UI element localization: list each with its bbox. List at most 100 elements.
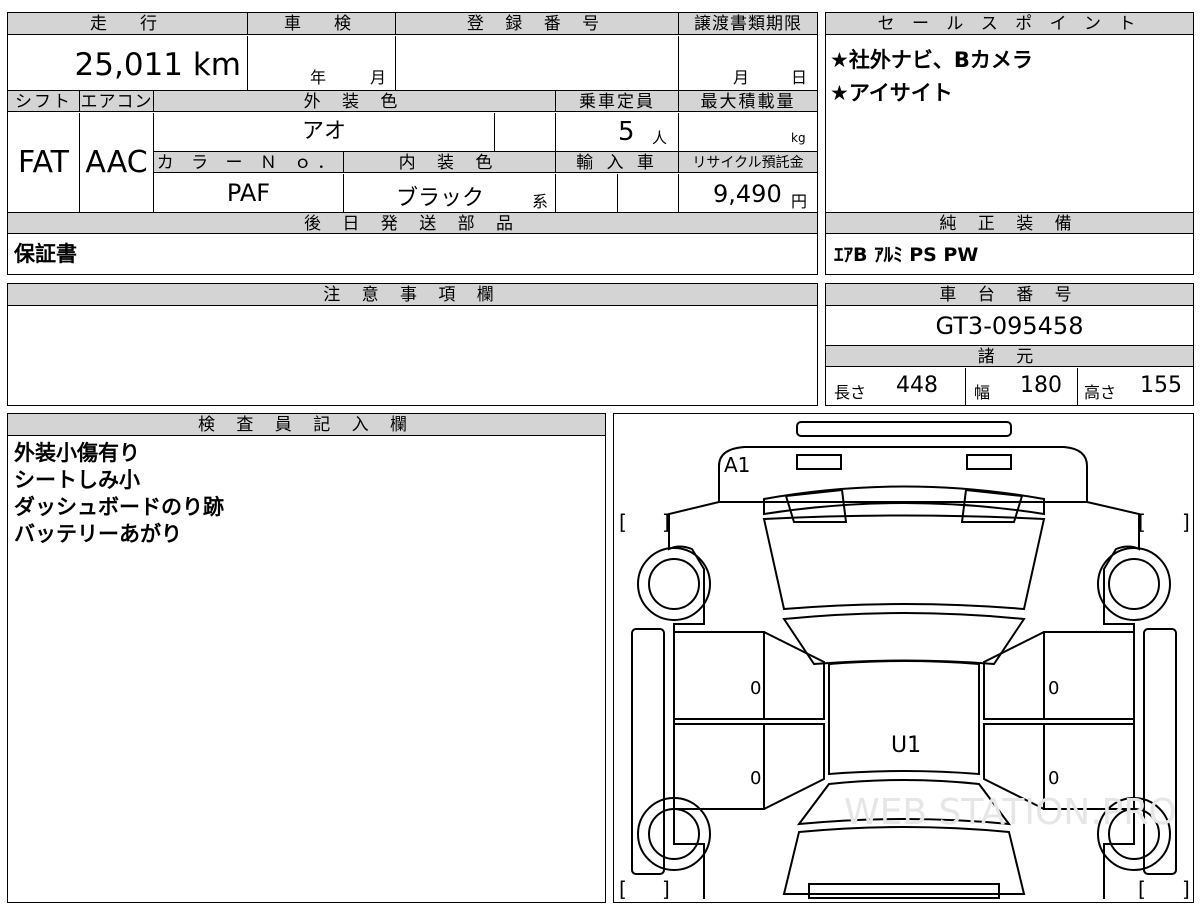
zero-mark: 0: [1048, 678, 1059, 699]
car-diagram: A1 U1 0 0 0 0 [ ] [ ] [ ] [ ] WEB STATIO…: [619, 421, 1190, 901]
header-interior-color: 内 装 色: [344, 151, 556, 173]
mileage-value: 25,011 km: [8, 36, 248, 90]
bracket-open: [: [619, 510, 627, 534]
watermark: WEB STATION.PRO: [844, 792, 1177, 833]
import-car-value: [556, 174, 618, 212]
right-step: [1143, 628, 1177, 875]
height-value: 155: [1140, 373, 1182, 398]
hood-panel: [762, 514, 1046, 611]
header-inspector-notes: 検 査 員 記 入 欄: [8, 414, 605, 436]
header-mileage: 走 行: [8, 13, 248, 35]
header-transfer-deadline: 譲渡書類期限: [679, 13, 817, 35]
registration-value: [396, 36, 679, 90]
header-exterior-color: 外 装 色: [154, 90, 556, 112]
exterior-color-value: アオ: [154, 113, 495, 151]
length-cell: 長さ 448: [826, 368, 966, 405]
import-car-extra: [618, 174, 679, 212]
left-body-side: [668, 501, 720, 899]
right-front-window: [983, 631, 1045, 720]
header-inspection: 車 検: [248, 13, 396, 35]
header-sales-points: セ ー ル ス ポ イ ン ト: [826, 13, 1193, 35]
bracket-close: ]: [662, 510, 670, 534]
bracket-open: [: [619, 877, 627, 901]
capacity-number: 5: [618, 117, 635, 147]
header-shift: シフト: [8, 90, 80, 112]
inspector-note: 外装小傷有り: [14, 441, 140, 465]
zero-mark: 0: [750, 678, 761, 699]
inspector-note: シートしみ小: [14, 468, 140, 492]
header-registration: 登 録 番 号: [396, 13, 679, 35]
capacity-value: 5 人: [556, 113, 679, 151]
left-front-door: [673, 631, 765, 720]
color-no-value: PAF: [154, 174, 344, 212]
front-bumper-strip: [796, 421, 1012, 437]
header-max-load: 最大積載量: [679, 90, 817, 112]
inspection-month-label: 月: [370, 68, 387, 87]
car-diagram-box: A1 U1 0 0 0 0 [ ] [ ] [ ] [ ] WEB STATIO…: [613, 413, 1194, 903]
shift-value: FAT: [8, 113, 80, 212]
length-value: 448: [896, 373, 938, 398]
inspector-note: バッテリーあがり: [14, 522, 182, 546]
bracket-close: ]: [1182, 877, 1190, 901]
header-capacity: 乗車定員: [556, 90, 679, 112]
length-label: 長さ: [834, 383, 867, 402]
height-label: 高さ: [1084, 383, 1117, 402]
header-import-car: 輸 入 車: [556, 151, 679, 173]
transfer-deadline-value: 月 日: [679, 36, 817, 90]
width-label: 幅: [974, 383, 991, 402]
front-left-rim: [648, 558, 700, 610]
chassis-no-value: GT3-095458: [935, 312, 1084, 340]
interior-color-text: ブラック: [396, 186, 485, 211]
mark-u1: U1: [891, 733, 921, 758]
transfer-day-label: 日: [791, 68, 808, 87]
interior-color-suffix: 系: [532, 192, 549, 211]
right-front-door: [1043, 631, 1135, 720]
recycle-fee-value: 9,490 円: [679, 174, 817, 212]
recycle-fee-number: 9,490: [713, 180, 782, 208]
inspection-year-label: 年: [310, 68, 327, 87]
bracket-open: [: [1138, 877, 1146, 901]
inspector-note: ダッシュボードのり跡: [14, 495, 224, 519]
sales-point-1: ★社外ナビ、Bカメラ: [830, 48, 1033, 72]
front-right-light: [966, 454, 1012, 470]
aircon-value: AAC: [80, 113, 154, 212]
genuine-equipment-value: ｴｱB ｱﾙﾐ PS PW: [834, 244, 979, 266]
hood-edge: [763, 485, 1045, 516]
right-body-side: [1086, 501, 1140, 899]
exterior-color-extra: [495, 113, 556, 151]
header-notes: 注 意 事 項 欄: [8, 284, 817, 306]
bracket-close: ]: [1182, 510, 1190, 534]
header-color-no: カ ラ ー Ｎ ｏ．: [154, 151, 344, 173]
header-genuine-equipment: 純 正 装 備: [826, 212, 1193, 234]
left-step: [631, 628, 665, 875]
zero-mark: 0: [1048, 768, 1059, 789]
capacity-unit: 人: [652, 129, 668, 147]
bracket-close: ]: [662, 877, 670, 901]
sales-point-2: ★アイサイト: [830, 81, 953, 105]
recycle-fee-unit: 円: [791, 192, 808, 211]
header-aircon: エアコン: [80, 90, 154, 112]
mark-a1: A1: [724, 453, 750, 477]
left-rear-window: [763, 723, 825, 810]
width-value: 180: [1020, 373, 1062, 398]
transfer-month-label: 月: [733, 68, 750, 87]
height-cell: 高さ 155: [1078, 368, 1193, 405]
max-load-unit: kg: [791, 131, 806, 145]
front-left-light: [796, 454, 842, 470]
left-front-window: [763, 631, 825, 720]
inspection-date: 年 月: [248, 36, 396, 90]
front-bumper: [718, 446, 1088, 503]
header-later-parts: 後 日 発 送 部 品: [8, 212, 817, 234]
rear-bumper-strip: [808, 883, 1000, 899]
windshield: [782, 612, 1026, 666]
front-right-rim: [1108, 558, 1160, 610]
header-recycle-fee: リサイクル預託金: [679, 151, 817, 173]
bracket-open: [: [1138, 510, 1146, 534]
inspector-notes-list: 外装小傷有り シートしみ小 ダッシュボードのり跡 バッテリーあがり: [14, 440, 224, 548]
left-rear-door: [673, 723, 765, 810]
zero-mark: 0: [750, 768, 761, 789]
header-chassis-no: 車 台 番 号: [826, 284, 1193, 306]
later-parts-value: 保証書: [14, 242, 77, 266]
header-specs: 諸 元: [826, 345, 1193, 367]
max-load-value: kg: [679, 113, 817, 151]
